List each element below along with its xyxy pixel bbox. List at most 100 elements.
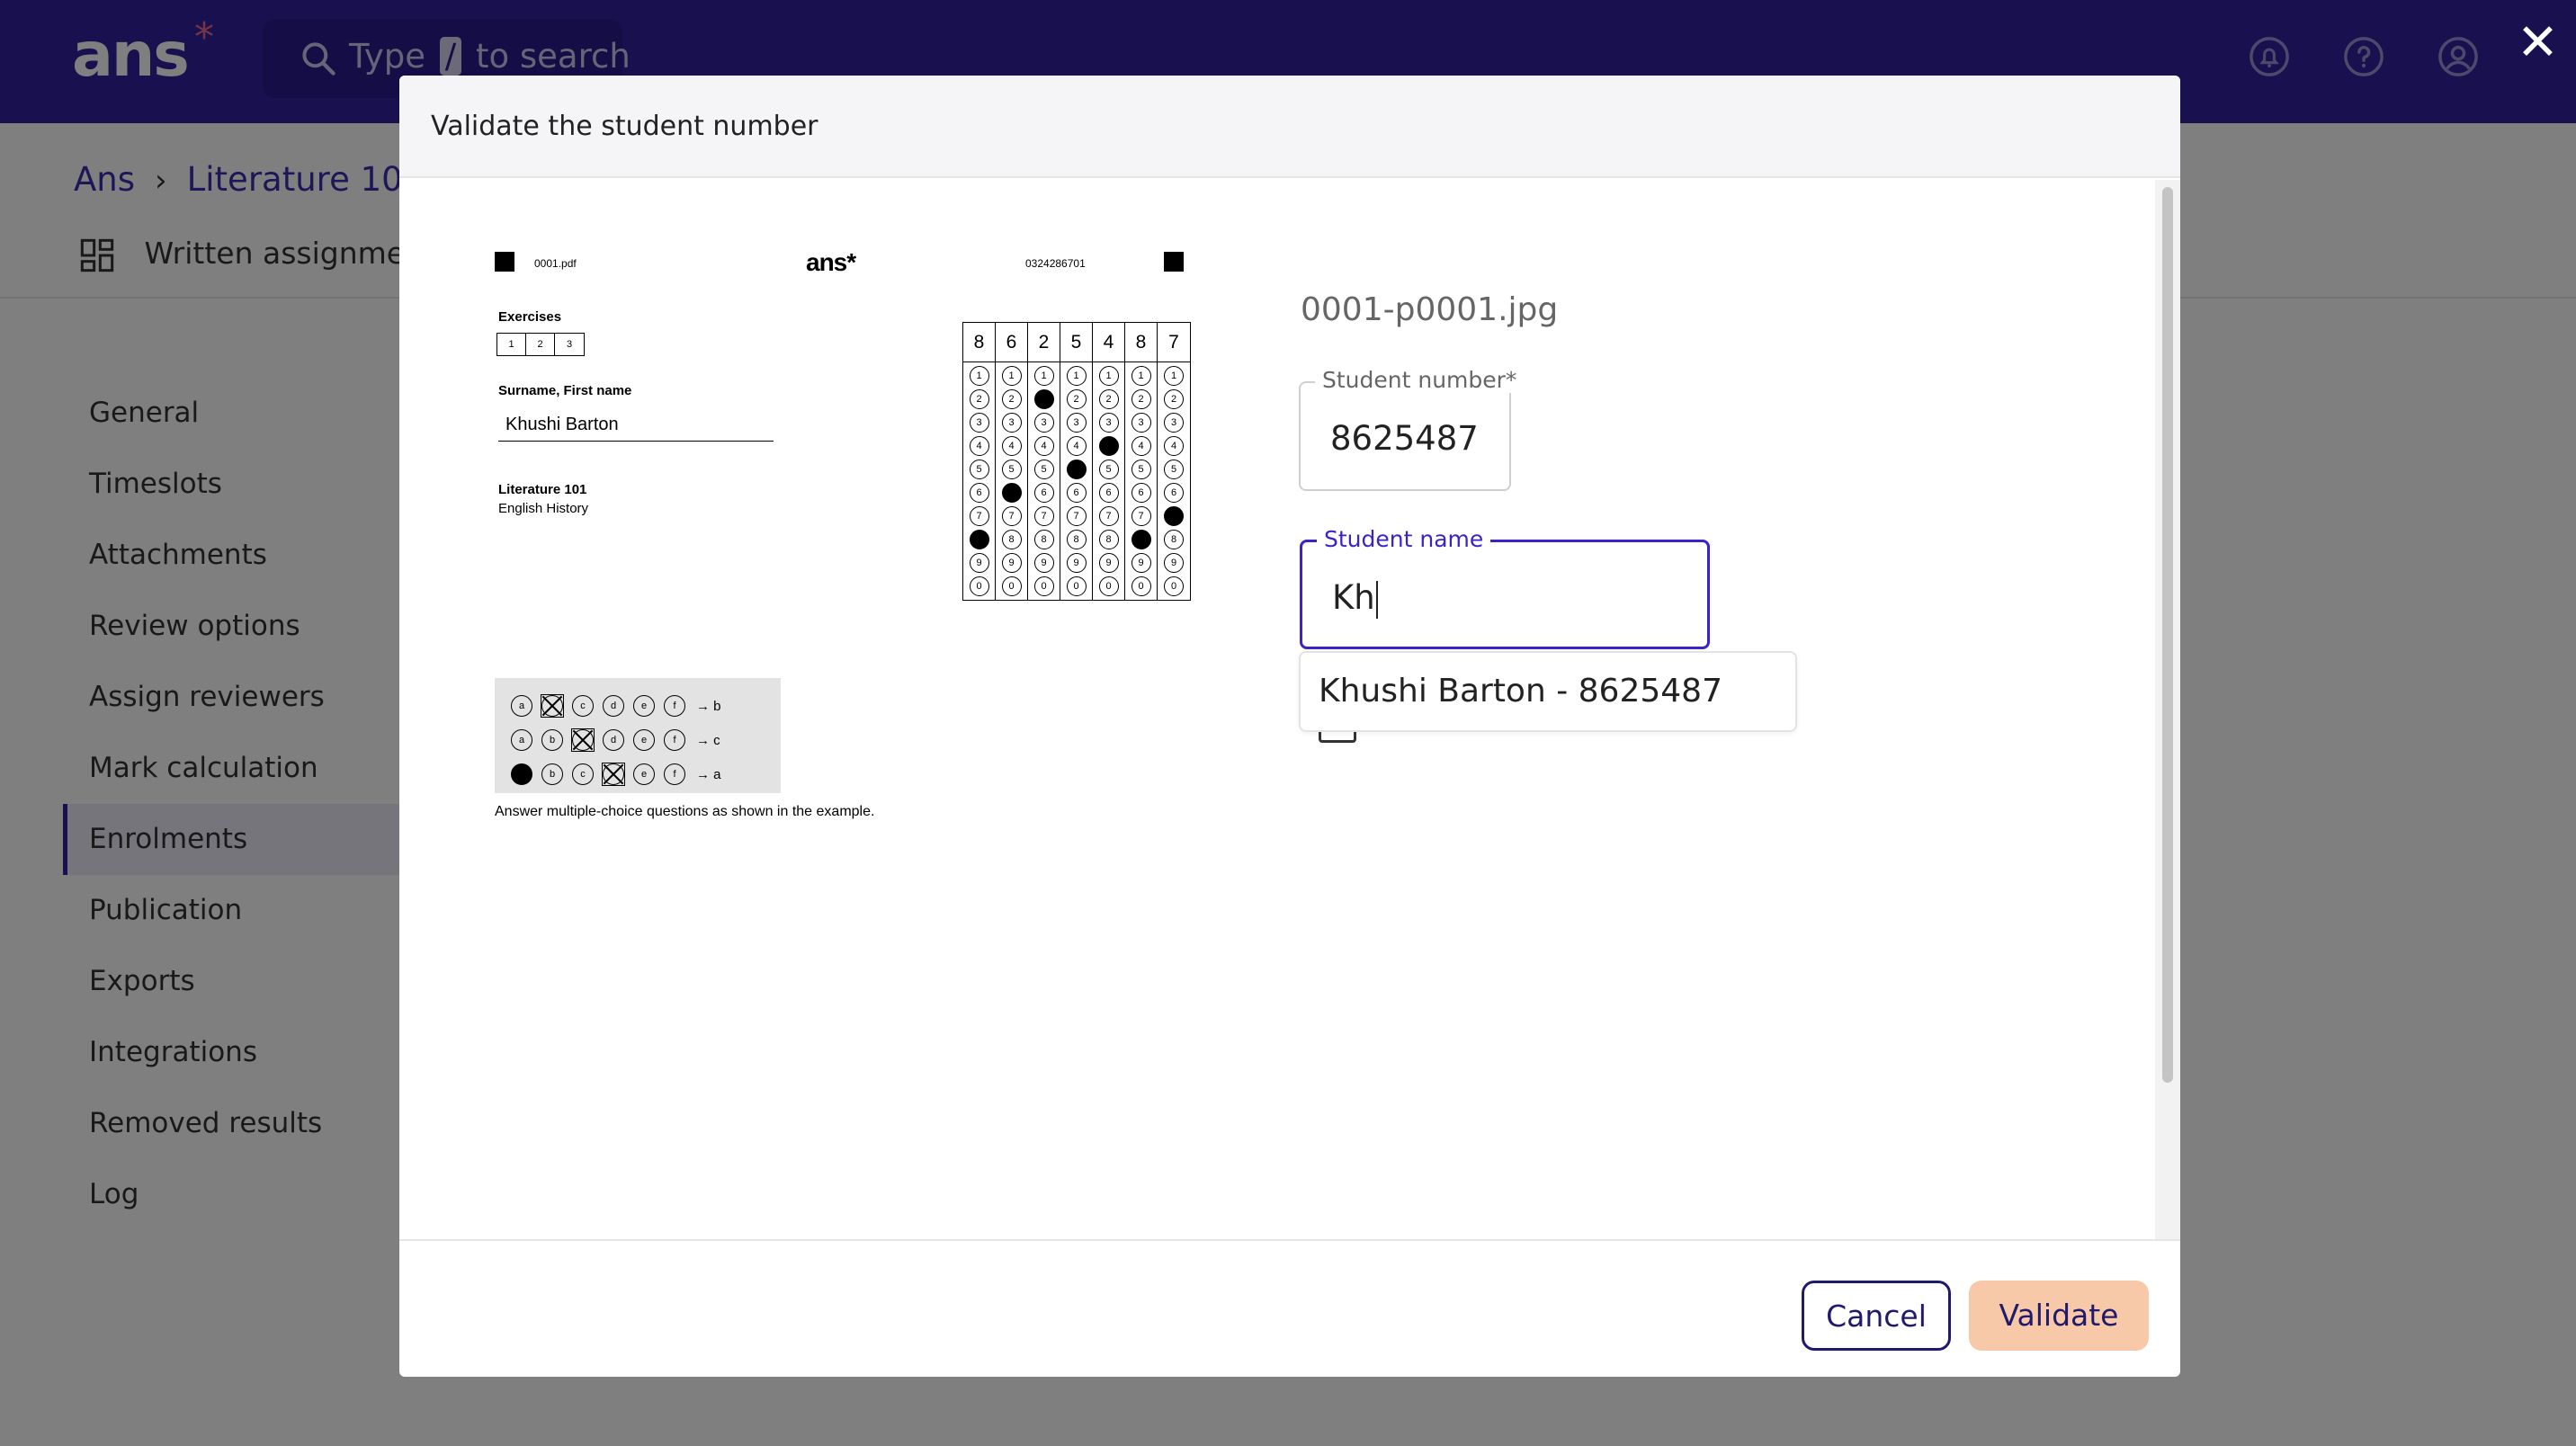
mc-option-letter: f [673, 735, 676, 745]
bubble-filled: 5 [1066, 460, 1087, 479]
bubble: 9 [1131, 553, 1151, 573]
bubble: 0 [1033, 576, 1054, 596]
validate-student-dialog: Validate the student number 0001.pdf ans… [399, 76, 2180, 1377]
mc-example-row: b c e f → a [511, 757, 781, 791]
bubble: 1 [1066, 366, 1087, 386]
cancel-button[interactable]: Cancel [1802, 1281, 1951, 1351]
digit-column: 5 1 2 3 4 5 6 7 8 9 0 [1060, 323, 1093, 600]
name-field-label: Surname, First name [498, 383, 632, 398]
bubble: 3 [1001, 413, 1022, 433]
alignment-marker [1164, 252, 1184, 272]
bubble: 1 [1001, 366, 1022, 386]
mc-bubble: f [664, 729, 685, 751]
bubble: 3 [1131, 413, 1151, 433]
scan-filename: 0001-p0001.jpg [1301, 291, 1559, 328]
bubble: 6 [1164, 483, 1184, 503]
student-number-label: Student number* [1315, 367, 1525, 393]
bubble: 6 [1131, 483, 1151, 503]
bubble: 5 [1098, 460, 1119, 479]
bubble-filled: 8 [969, 530, 989, 549]
bubble: 4 [1033, 436, 1054, 456]
bubble: 5 [1164, 460, 1184, 479]
scanned-answer-sheet: 0001.pdf ans* 0324286701 Exercises 1 2 3… [495, 245, 1322, 820]
mc-bubble: a [511, 729, 532, 751]
bubble: 2 [1164, 389, 1184, 409]
bubble: 5 [1001, 460, 1022, 479]
digit-header: 7 [1158, 323, 1190, 362]
bubble: 2 [1098, 389, 1119, 409]
bubble: 9 [1066, 553, 1087, 573]
bubble: 9 [1033, 553, 1054, 573]
digit-column: 2 1 2 3 4 5 6 7 8 9 0 [1028, 323, 1060, 600]
bubble: 8 [1098, 530, 1119, 549]
bubble: 4 [1066, 436, 1087, 456]
bubble: 3 [1098, 413, 1119, 433]
mc-option-letter: d [610, 735, 617, 745]
mc-bubble-filled [511, 763, 532, 785]
bubble: 4 [1131, 436, 1151, 456]
mc-bubble: d [603, 729, 624, 751]
mc-bubble: b [541, 763, 563, 785]
dialog-scrollbar-thumb[interactable] [2162, 187, 2173, 1083]
bubble: 0 [1001, 576, 1022, 596]
mc-result: → b [696, 698, 721, 714]
student-name-input[interactable]: Student name Kh [1300, 526, 1710, 649]
bubble: 0 [1164, 576, 1184, 596]
digit-column: 7 1 2 3 4 5 6 7 8 9 0 [1158, 323, 1190, 600]
bubble: 1 [1164, 366, 1184, 386]
mc-option-letter: b [549, 769, 556, 780]
bubble: 4 [1164, 436, 1184, 456]
bubble: 3 [969, 413, 989, 433]
bubble: 0 [1066, 576, 1087, 596]
bubble: 3 [1164, 413, 1184, 433]
bubble: 1 [1033, 366, 1054, 386]
bubble-filled: 4 [1098, 436, 1119, 456]
student-number-field[interactable]: Student number* 8625487 [1299, 367, 1525, 491]
bubble: 9 [1001, 553, 1022, 573]
bubble: 6 [1066, 483, 1087, 503]
student-number-bubble-grid: 8123456789061234567890212345678905123456… [962, 322, 1191, 601]
mc-bubble-crossed [571, 728, 595, 752]
validate-button[interactable]: Validate [1969, 1281, 2149, 1351]
bubble: 9 [1164, 553, 1184, 573]
text-caret [1375, 580, 1378, 619]
mc-bubble-crossed [541, 694, 564, 718]
mc-option-letter: c [580, 701, 586, 711]
student-suggestion-option[interactable]: Khushi Barton - 8625487 [1319, 673, 1722, 710]
mc-bubble-crossed [602, 763, 625, 786]
digit-header: 2 [1028, 323, 1060, 362]
exercise-box: 3 [566, 339, 573, 350]
scan-file-label: 0001.pdf [534, 257, 577, 270]
digit-header: 4 [1093, 323, 1124, 362]
mc-option-letter: e [640, 735, 648, 745]
bubble: 2 [1131, 389, 1151, 409]
bubble: 3 [1066, 413, 1087, 433]
checkbox-partially-hidden[interactable] [1319, 732, 1356, 743]
mc-bubble: c [572, 763, 594, 785]
student-name-value: Kh [1332, 578, 1378, 619]
bubble: 6 [1033, 483, 1054, 503]
bubble: 9 [969, 553, 989, 573]
bubble: 0 [1098, 576, 1119, 596]
dialog-footer: Cancel Validate [399, 1239, 2180, 1377]
bubble: 7 [1131, 506, 1151, 526]
mc-option-letter: f [673, 769, 676, 780]
bubble: 0 [969, 576, 989, 596]
bubble: 8 [1164, 530, 1184, 549]
bubble: 4 [969, 436, 989, 456]
bubble: 1 [969, 366, 989, 386]
mc-bubble: a [511, 695, 532, 717]
bubble: 1 [1131, 366, 1151, 386]
mc-result: → a [696, 766, 721, 782]
exercises-boxes: 1 2 3 [496, 333, 585, 356]
mc-bubble: b [541, 729, 563, 751]
bubble: 0 [1131, 576, 1151, 596]
bubble: 2 [1001, 389, 1022, 409]
multiple-choice-instructions: Answer multiple-choice questions as show… [495, 804, 875, 819]
close-icon[interactable]: ✕ [2517, 18, 2559, 68]
digit-header: 8 [1125, 323, 1157, 362]
exercises-label: Exercises [498, 309, 562, 325]
bubble: 4 [1001, 436, 1022, 456]
exercise-box: 1 [497, 334, 526, 355]
bubble: 9 [1098, 553, 1119, 573]
